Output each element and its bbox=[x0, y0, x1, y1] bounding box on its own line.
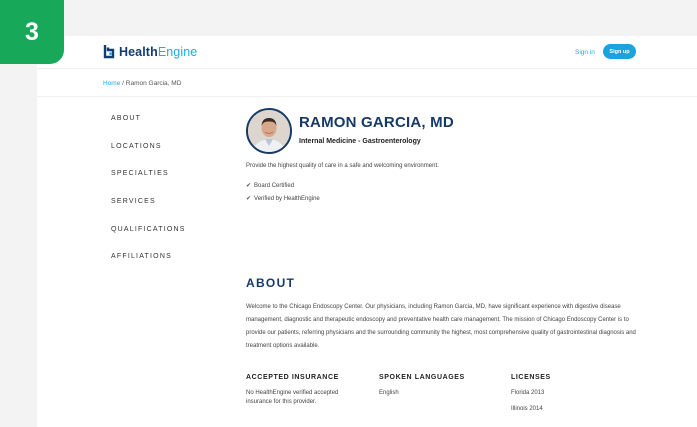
healthengine-logo-icon bbox=[103, 45, 115, 59]
breadcrumb-home-link[interactable]: Home bbox=[103, 80, 120, 87]
nav-item-specialties[interactable]: SPECIALTIES bbox=[111, 169, 186, 197]
section-nav: ABOUT LOCATIONS SPECIALTIES SERVICES QUA… bbox=[111, 114, 186, 280]
logo-text-engine: Engine bbox=[157, 45, 198, 59]
breadcrumb-divider bbox=[37, 96, 697, 97]
doctor-name: RAMON GARCIA, MD bbox=[299, 114, 454, 131]
languages-heading: SPOKEN LANGUAGES bbox=[379, 374, 465, 381]
nav-item-qualifications[interactable]: QUALIFICATIONS bbox=[111, 225, 186, 253]
check-icon: ✔ bbox=[246, 196, 252, 202]
breadcrumb: Home / Ramon Garcia, MD bbox=[103, 80, 181, 87]
nav-item-affiliations[interactable]: AFFILIATIONS bbox=[111, 252, 186, 280]
licenses-heading: LICENSES bbox=[511, 374, 551, 381]
sign-up-button[interactable]: Sign up bbox=[603, 44, 636, 59]
doctor-specialty: Internal Medicine - Gastroenterology bbox=[299, 138, 421, 145]
feature-board-certified: ✔ Board Certified bbox=[246, 182, 294, 189]
site-header: HealthEngine Sign in Sign up bbox=[37, 36, 697, 68]
profile-page: HealthEngine Sign in Sign up Home / Ramo… bbox=[37, 36, 697, 427]
logo-text: HealthEngine bbox=[119, 45, 197, 59]
logo-text-health: Health bbox=[119, 45, 158, 59]
about-heading: ABOUT bbox=[246, 276, 296, 290]
breadcrumb-current: Ramon Garcia, MD bbox=[125, 80, 182, 87]
license-item: Illinois 2014 bbox=[511, 406, 543, 412]
doctor-tagline: Provide the highest quality of care in a… bbox=[246, 163, 439, 169]
insurance-text: No HealthEngine verified accepted insura… bbox=[246, 390, 339, 405]
nav-item-locations[interactable]: LOCATIONS bbox=[111, 142, 186, 170]
nav-item-about[interactable]: ABOUT bbox=[111, 114, 186, 142]
healthengine-logo[interactable]: HealthEngine bbox=[103, 45, 197, 59]
about-description: Welcome to the Chicago Endoscopy Center.… bbox=[246, 304, 636, 349]
feature-verified: ✔ Verified by HealthEngine bbox=[246, 195, 320, 202]
doctor-portrait-image bbox=[248, 110, 290, 152]
insurance-heading: ACCEPTED INSURANCE bbox=[246, 374, 339, 381]
feature-label: Board Certified bbox=[254, 183, 295, 189]
sign-in-link[interactable]: Sign in bbox=[575, 49, 595, 56]
nav-item-services[interactable]: SERVICES bbox=[111, 197, 186, 225]
license-item: Florida 2013 bbox=[511, 390, 545, 396]
feature-label: Verified by HealthEngine bbox=[254, 196, 320, 202]
header-divider bbox=[37, 68, 697, 69]
step-number-badge: 3 bbox=[0, 0, 64, 64]
doctor-avatar bbox=[246, 108, 292, 154]
step-number: 3 bbox=[25, 17, 39, 46]
check-icon: ✔ bbox=[246, 183, 252, 189]
languages-text: English bbox=[379, 390, 399, 396]
